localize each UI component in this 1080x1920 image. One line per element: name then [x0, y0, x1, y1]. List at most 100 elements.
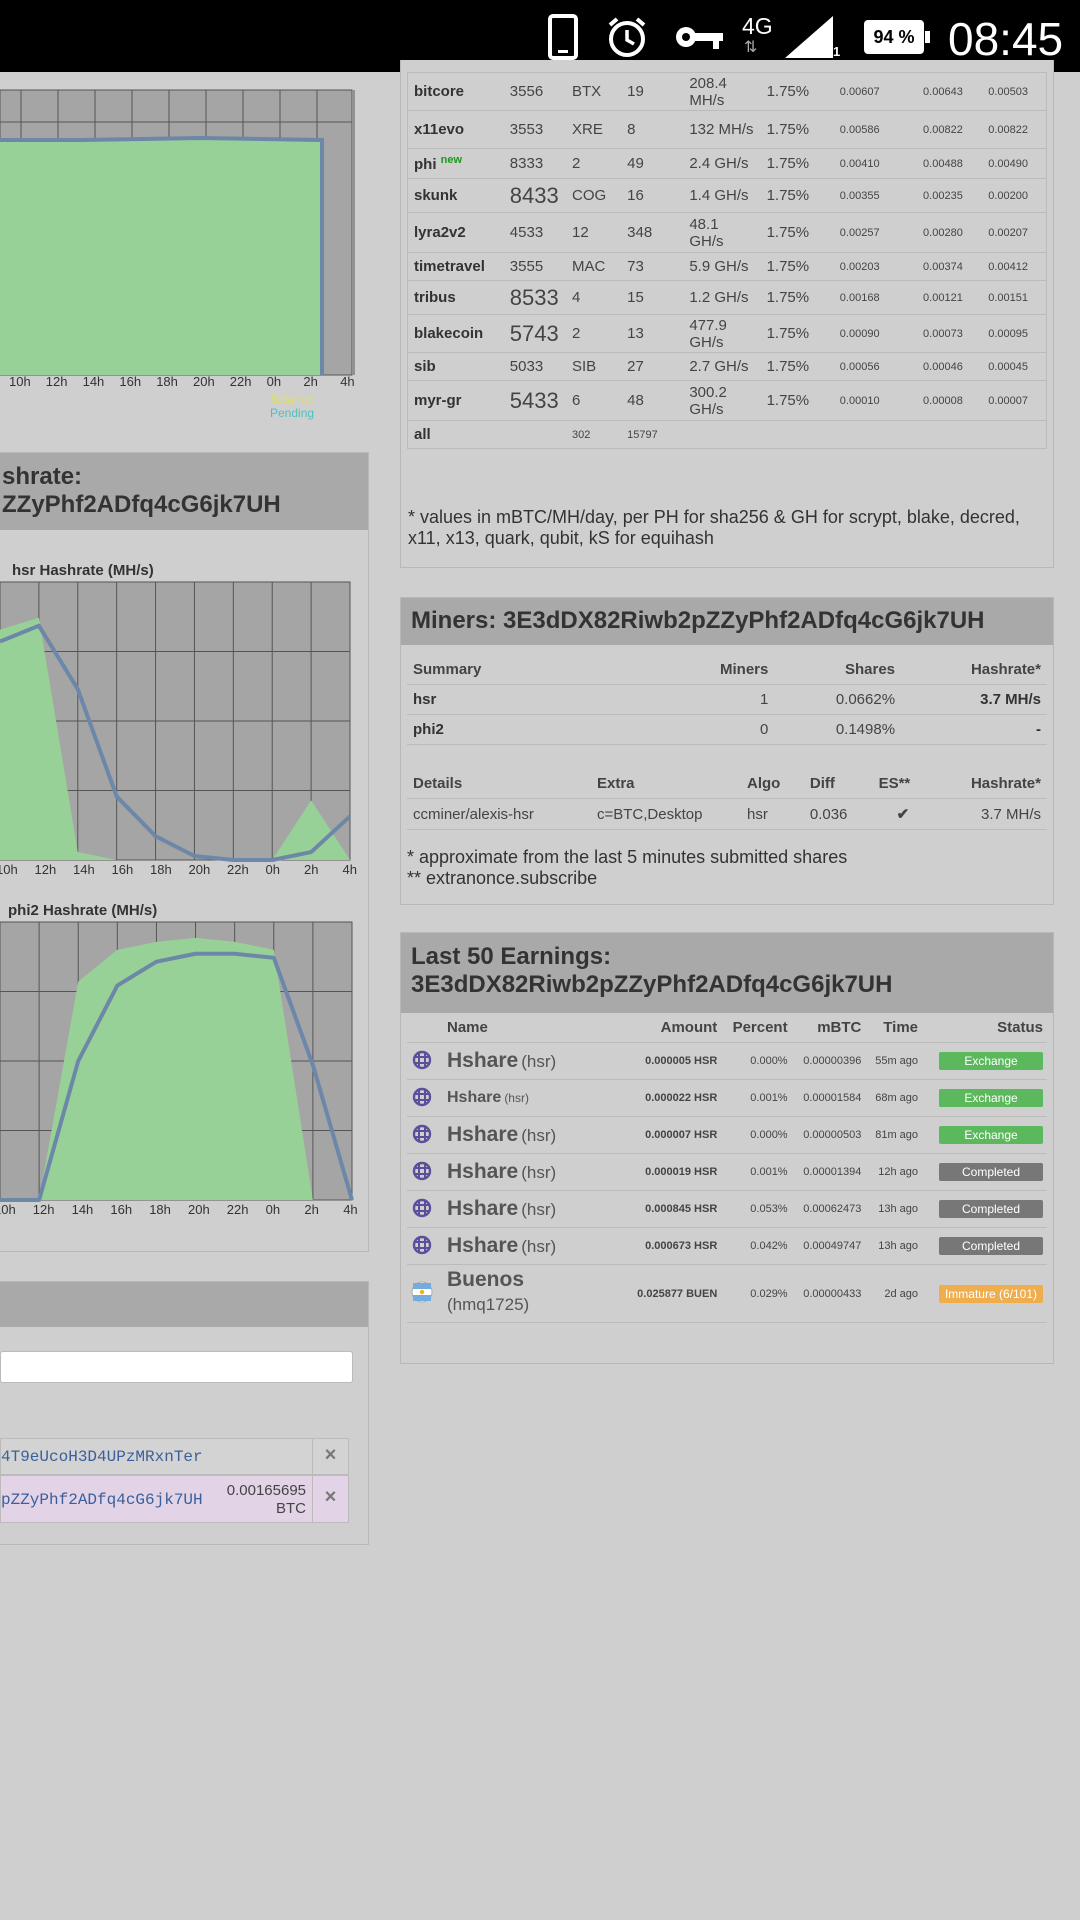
algo-row-all: all 302 15797: [407, 420, 1047, 449]
algo-name: x11evo: [407, 110, 504, 149]
x-tick-label: 20h: [193, 374, 215, 389]
algo-hashrate-value: 477.9 GH/s: [689, 316, 727, 351]
algo-all-cell: all: [407, 420, 504, 449]
summary-hashrate: -: [901, 714, 1047, 745]
earning-time: 12h ago: [865, 1153, 923, 1191]
algo-coins-value: 12: [571, 224, 589, 241]
col-status: Status: [997, 1019, 1043, 1036]
earning-row[interactable]: Hshare (hsr) 0.000005 HSR 0.000% 0.00000396…: [407, 1042, 1047, 1080]
algo-coins: 2: [565, 314, 622, 353]
algo-v1-value: 0.00168: [839, 291, 880, 304]
earning-time: 2d ago: [865, 1264, 923, 1323]
algo-port: 8433: [503, 178, 566, 213]
algo-hashrate-value: 208.4 MH/s: [689, 74, 727, 109]
algo-all-cell: [982, 420, 1047, 449]
wallet-row[interactable]: 4T9eUcoH3D4UPzMRxnTer ×: [0, 1438, 349, 1475]
remove-wallet-button[interactable]: ×: [312, 1476, 348, 1522]
algo-name: tribus: [407, 280, 504, 315]
algo-v3: 0.00503: [982, 72, 1047, 111]
algo-v1-value: 0.00257: [839, 226, 880, 239]
algo-hashrate: 132 MH/s: [683, 110, 761, 149]
algo-row: x11evo 3553 XRE 8 132 MH/s 1.75% 0.00586 0.0082…: [407, 110, 1047, 149]
algo-fees-value: 1.75%: [766, 224, 810, 241]
col-miners: Miners: [720, 661, 769, 678]
algo-all-cell: [917, 420, 983, 449]
algo-port: 4533: [503, 212, 566, 253]
x-tick-label: 4h: [340, 374, 355, 389]
algo-hashrate-value: 1.4 GH/s: [689, 187, 749, 204]
earning-row[interactable]: Buenos (hmq1725) 0.025877 BUEN 0.029% 0.0000…: [407, 1264, 1047, 1323]
remove-wallet-button[interactable]: ×: [312, 1439, 348, 1474]
algo-v1: 0.00168: [833, 280, 918, 315]
earning-row[interactable]: Hshare (hsr) 0.000019 HSR 0.001% 0.00001394…: [407, 1153, 1047, 1191]
summary-shares: 0.1498%: [774, 714, 902, 745]
earning-amount: 0.000005 HSR: [623, 1042, 722, 1080]
col-extra: Extra: [597, 775, 635, 792]
algo-v2-value: 0.00280: [923, 226, 963, 239]
balance-legend: Balance Pending: [270, 392, 360, 420]
wallet-address[interactable]: 4T9eUcoH3D4UPzMRxnTer: [1, 1448, 203, 1466]
x-tick-label: 12h: [32, 1202, 55, 1217]
coin-symbol: (hsr): [521, 1237, 557, 1256]
x-tick-label: 22h: [227, 862, 249, 877]
coin-icon-cell: [407, 1227, 443, 1265]
coin-name: Hshare: [447, 1089, 502, 1106]
algo-fees: 1.75%: [760, 212, 834, 253]
algo-name-value: sib: [414, 358, 436, 375]
algo-coins: XRE: [565, 110, 622, 149]
hshare-coin-icon: [412, 1050, 432, 1069]
wallet-address[interactable]: pZZyPhf2ADfq4cG6jk7UH: [1, 1491, 203, 1509]
coin-symbol: (hsr): [521, 1163, 557, 1182]
coin-name: Hshare: [447, 1234, 519, 1257]
col-diff: Diff: [809, 775, 835, 792]
phi2-chart-plot: [0, 921, 354, 1202]
algo-name-value: timetravel: [414, 258, 485, 275]
earning-row[interactable]: Hshare (hsr) 0.000845 HSR 0.053% 0.00062473…: [407, 1190, 1047, 1228]
algo-name: myr-gr: [407, 380, 504, 421]
x-tick-label: 4h: [342, 862, 357, 877]
summary-algo: hsr: [407, 684, 667, 715]
earning-row[interactable]: Hshare (hsr) 0.000007 HSR 0.000% 0.00000503…: [407, 1116, 1047, 1154]
signal-icon: [785, 16, 833, 58]
algo-fees: 1.75%: [760, 252, 834, 281]
algo-miners-value: 16: [627, 187, 644, 204]
algo-miners-value: 15: [627, 289, 644, 306]
x-tick-label: 10h: [0, 1202, 16, 1217]
algo-table: bitcore 3556 BTX 19 208.4 MH/s 1.75% 0.00607 0.…: [407, 72, 1047, 449]
algo-fees-value: 1.75%: [766, 358, 810, 375]
algo-all-cell: [503, 420, 566, 449]
earning-row[interactable]: Hshare (hsr) 0.000673 HSR 0.042% 0.00049747…: [407, 1227, 1047, 1265]
algo-v1: 0.00056: [833, 352, 918, 381]
algo-coins-value: MAC: [571, 258, 606, 275]
hshare-coin-icon: [412, 1161, 432, 1180]
algo-fees: 1.75%: [760, 352, 834, 381]
algo-miners: 73: [621, 252, 684, 281]
algo-coins-value: 6: [571, 392, 581, 409]
earning-mbtc: 0.00000503: [791, 1116, 866, 1154]
algo-v2-value: 0.00488: [923, 157, 963, 170]
wallet-search-input[interactable]: [0, 1351, 353, 1383]
earning-time: 68m ago: [865, 1079, 923, 1117]
algo-name-value: skunk: [414, 187, 458, 204]
earning-time: 13h ago: [865, 1227, 923, 1265]
col-percent: Percent: [732, 1019, 788, 1036]
algo-v1: 0.00607: [833, 72, 918, 111]
earning-row[interactable]: Hshare (hsr) 0.000022 HSR 0.001% 0.00001584…: [407, 1079, 1047, 1117]
new-badge: new: [440, 154, 463, 166]
algo-port-value: 8333: [509, 155, 544, 172]
algo-name-value: x11evo: [414, 121, 465, 138]
algo-hashrate: 477.9 GH/s: [683, 314, 761, 353]
wallet-row-active[interactable]: pZZyPhf2ADfq4cG6jk7UH 0.00165695 BTC ×: [0, 1475, 349, 1523]
algo-footnote: * values in mBTC/MH/day, per PH for sha2…: [408, 507, 1020, 548]
balance-chart: 10h 12h 14h 16h 18h 20h 22h 0h 2h 4h Balance Pend…: [0, 72, 360, 420]
x-tick-label: 18h: [156, 374, 178, 389]
earning-status-cell: Completed: [922, 1190, 1047, 1228]
algo-hashrate: 208.4 MH/s: [683, 72, 761, 111]
earnings-table: Name Amount Percent mBTC Time Status Hsh…: [407, 1013, 1047, 1323]
algo-all-cell: 302: [565, 420, 622, 449]
algo-v3-value: 0.00045: [988, 360, 1029, 373]
earning-time: 81m ago: [865, 1116, 923, 1154]
algo-row: tribus 8533 4 15 1.2 GH/s 1.75% 0.00168 0.00121…: [407, 280, 1047, 315]
algo-v1: 0.00586: [833, 110, 918, 149]
miners-note-1: * approximate from the last 5 minutes su…: [407, 847, 848, 867]
